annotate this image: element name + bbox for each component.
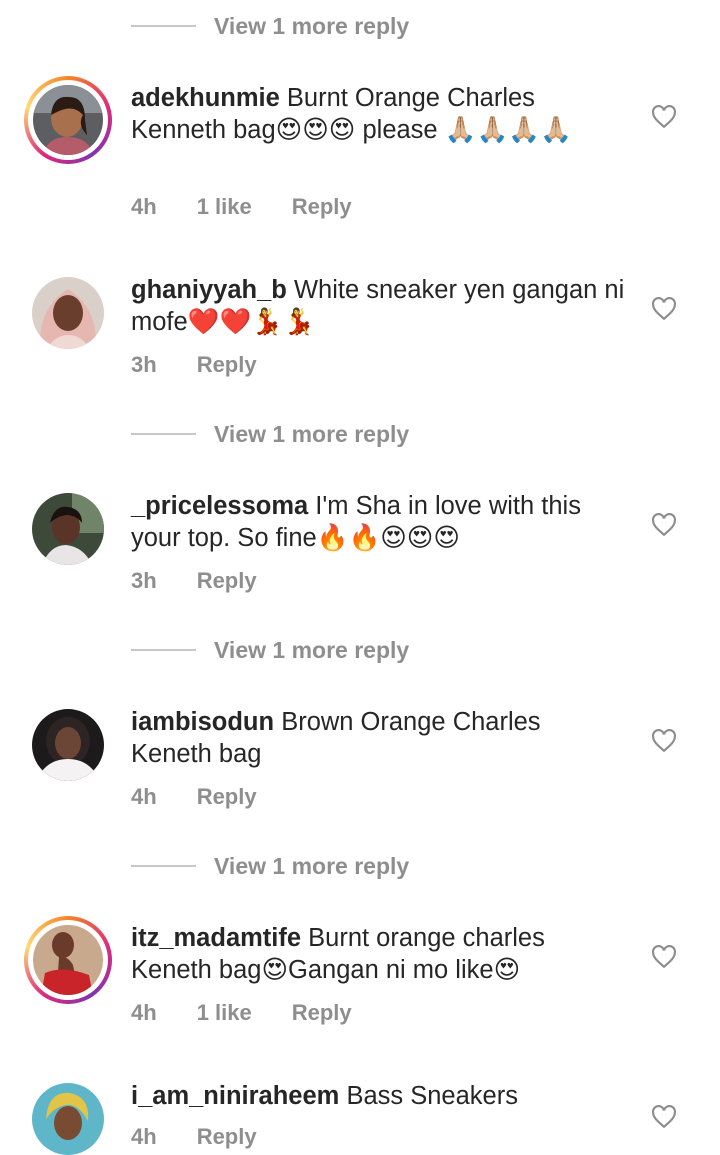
comment-likes[interactable]: 1 like xyxy=(197,1000,252,1026)
comment-text: Bass Sneakers xyxy=(346,1082,518,1110)
comment-body: _pricelessoma I'm Sha in love with this … xyxy=(131,490,626,554)
comment-username[interactable]: i_am_niniraheem xyxy=(131,1082,339,1110)
avatar[interactable] xyxy=(32,493,104,565)
view-more-replies-label: View 1 more reply xyxy=(214,852,410,879)
reply-button[interactable]: Reply xyxy=(197,568,257,594)
avatar[interactable] xyxy=(32,277,104,349)
comment-body: iambisodun Brown Orange Charles Keneth b… xyxy=(131,706,626,770)
view-more-replies[interactable]: View 1 more reply xyxy=(131,632,409,668)
avatar[interactable] xyxy=(32,1083,104,1155)
heart-icon[interactable] xyxy=(651,1105,677,1129)
heart-icon[interactable] xyxy=(651,729,677,753)
reply-button[interactable]: Reply xyxy=(197,1124,257,1150)
comment-meta: 3h Reply xyxy=(131,568,297,594)
comment-username[interactable]: ghaniyyah_b xyxy=(131,276,287,304)
view-more-replies[interactable]: View 1 more reply xyxy=(131,848,409,884)
comment-time: 3h xyxy=(131,352,157,377)
divider-line xyxy=(131,865,196,867)
comment-body: ghaniyyah_b White sneaker yen gangan ni … xyxy=(131,274,626,338)
avatar xyxy=(33,85,103,155)
comment-meta: 4h Reply xyxy=(131,784,297,810)
divider-line xyxy=(131,433,196,435)
divider-line xyxy=(131,25,196,27)
comment-time: 3h xyxy=(131,568,157,593)
avatar xyxy=(33,925,103,995)
comment-meta: 4h 1 like Reply xyxy=(131,1000,392,1026)
view-more-replies-label: View 1 more reply xyxy=(214,420,410,447)
comment-time: 4h xyxy=(131,1000,157,1025)
heart-icon[interactable] xyxy=(651,297,677,321)
view-more-replies[interactable]: View 1 more reply xyxy=(131,416,409,452)
comment-username[interactable]: adekhunmie xyxy=(131,84,280,112)
comment-username[interactable]: _pricelessoma xyxy=(131,492,308,520)
avatar-story-ring[interactable] xyxy=(24,76,112,164)
comment-time: 4h xyxy=(131,1124,157,1149)
heart-icon[interactable] xyxy=(651,105,677,129)
reply-button[interactable]: Reply xyxy=(292,1000,352,1026)
comment-body: adekhunmie Burnt Orange Charles Kenneth … xyxy=(131,82,626,146)
reply-button[interactable]: Reply xyxy=(197,784,257,810)
comment-time: 4h xyxy=(131,784,157,809)
heart-icon[interactable] xyxy=(651,945,677,969)
comment-meta: 4h 1 like Reply xyxy=(131,194,392,220)
comment-meta: 4h Reply xyxy=(131,1124,297,1150)
divider-line xyxy=(131,649,196,651)
heart-icon[interactable] xyxy=(651,513,677,537)
comment-time: 4h xyxy=(131,194,157,219)
comment-username[interactable]: iambisodun xyxy=(131,708,274,736)
avatar-story-ring[interactable] xyxy=(24,916,112,1004)
avatar[interactable] xyxy=(32,709,104,781)
reply-button[interactable]: Reply xyxy=(197,352,257,378)
comment-likes[interactable]: 1 like xyxy=(197,194,252,220)
comment-meta: 3h Reply xyxy=(131,352,297,378)
comment-body: i_am_niniraheem Bass Sneakers xyxy=(131,1080,626,1112)
comment-username[interactable]: itz_madamtife xyxy=(131,924,301,952)
view-more-replies[interactable]: View 1 more reply xyxy=(131,8,409,44)
comment-body: itz_madamtife Burnt orange charles Kenet… xyxy=(131,922,626,986)
view-more-replies-label: View 1 more reply xyxy=(214,12,410,39)
view-more-replies-label: View 1 more reply xyxy=(214,636,410,663)
reply-button[interactable]: Reply xyxy=(292,194,352,220)
